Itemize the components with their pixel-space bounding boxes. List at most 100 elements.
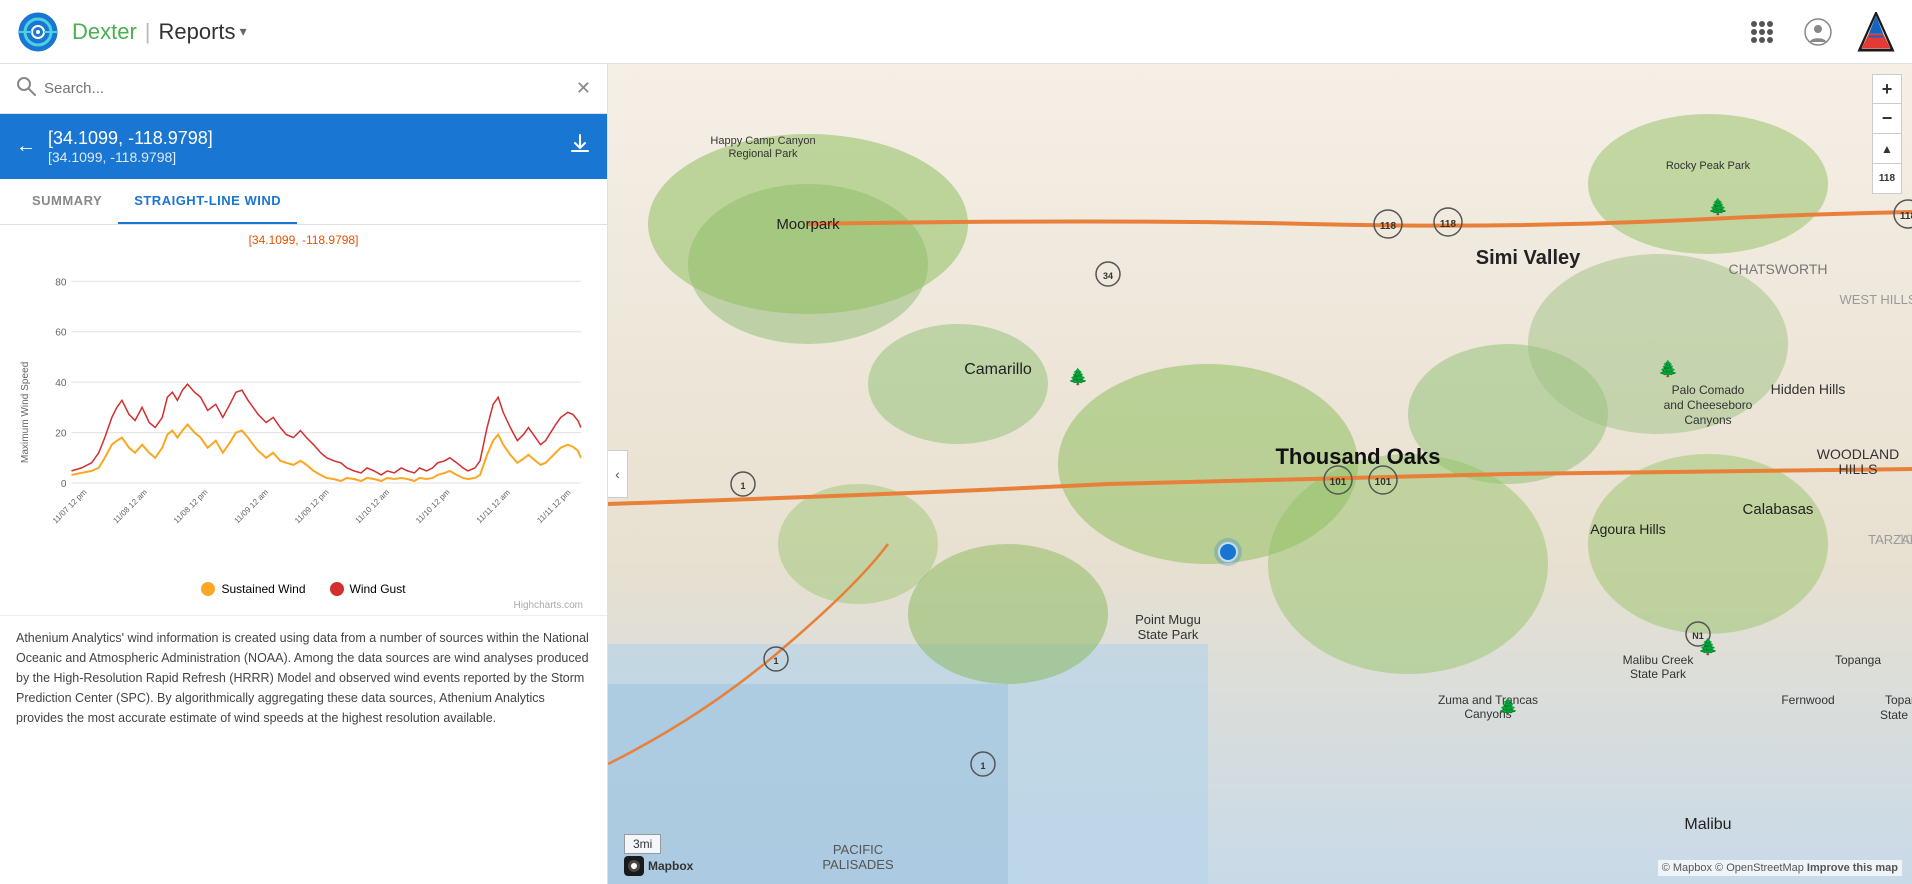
sustained-wind-legend: Sustained Wind [201,582,305,596]
svg-text:Camarillo: Camarillo [964,361,1032,378]
location-header: ← [34.1099, -118.9798] [34.1099, -118.97… [0,114,607,179]
svg-text:Rocky Peak Park: Rocky Peak Park [1666,160,1751,172]
svg-text:Malibu Creek: Malibu Creek [1623,653,1695,667]
clear-search-button[interactable]: ✕ [576,78,591,99]
svg-text:80: 80 [55,277,67,288]
header-divider: | [145,19,151,45]
chart-area: [34.1099, -118.9798] Maximum Wind Speed … [0,225,607,611]
svg-text:101: 101 [1898,531,1912,547]
tab-straight-line-wind[interactable]: STRAIGHT-LINE WIND [118,179,297,224]
svg-text:Happy Camp Canyon: Happy Camp Canyon [710,135,815,147]
mapbox-logo-icon [624,856,644,876]
svg-text:🌲: 🌲 [1658,359,1678,378]
location-info: [34.1099, -118.9798] [34.1099, -118.9798… [48,128,561,165]
svg-text:WOODLAND: WOODLAND [1817,446,1899,462]
svg-text:🌲: 🌲 [1498,697,1518,716]
svg-text:Hidden Hills: Hidden Hills [1771,381,1846,397]
svg-text:🌲: 🌲 [1698,637,1718,656]
svg-text:101: 101 [1375,477,1392,488]
svg-text:34: 34 [1103,271,1113,281]
mapbox-label: Mapbox [648,859,693,873]
app-name: Dexter [72,19,137,45]
apps-button[interactable] [1744,14,1780,50]
svg-text:PACIFIC: PACIFIC [833,842,883,857]
reports-label[interactable]: Reports ▾ [159,19,247,45]
account-button[interactable] [1800,14,1836,50]
improve-map-link[interactable]: Improve this map [1807,862,1898,874]
svg-text:60: 60 [55,328,67,339]
svg-text:PALISADES: PALISADES [822,857,894,872]
svg-text:118: 118 [1440,219,1457,230]
tabs: SUMMARY STRAIGHT-LINE WIND [0,179,607,225]
svg-text:Topanga: Topanga [1835,653,1881,667]
attribution-text: © Mapbox © OpenStreetMap [1662,862,1804,874]
chart-container[interactable]: [34.1099, -118.9798] Maximum Wind Speed … [0,225,607,884]
svg-text:State Park: State Park [1138,627,1199,642]
zoom-out-button[interactable]: − [1872,104,1902,134]
athenium-logo [1856,12,1896,52]
description-text: Athenium Analytics' wind information is … [0,615,607,744]
svg-text:Agoura Hills: Agoura Hills [1590,521,1665,537]
coords-sub: [34.1099, -118.9798] [48,149,561,165]
svg-text:40: 40 [55,378,67,389]
svg-text:HILLS: HILLS [1839,461,1878,477]
north-button[interactable]: ▲ [1872,134,1902,164]
svg-text:1: 1 [980,761,985,771]
svg-text:1: 1 [773,656,778,666]
app-header: Dexter | Reports ▾ [0,0,1912,64]
svg-text:Regional Park: Regional Park [728,148,798,160]
search-icon [16,76,36,101]
wind-gust-legend: Wind Gust [330,582,406,596]
svg-text:Malibu: Malibu [1684,816,1731,833]
svg-text:Canyons: Canyons [1684,413,1731,427]
wind-speed-chart: Maximum Wind Speed 80 60 40 20 0 11/07 1… [16,251,591,574]
search-input[interactable] [44,80,568,97]
svg-text:🌲: 🌲 [1068,367,1088,386]
collapse-panel-button[interactable]: ‹ [608,450,628,498]
svg-text:101: 101 [1330,477,1347,488]
svg-text:CHATSWORTH: CHATSWORTH [1728,261,1827,277]
reports-caret-icon: ▾ [240,23,247,40]
dexter-logo [16,10,60,54]
download-button[interactable] [569,133,591,161]
svg-text:WEST HILLS: WEST HILLS [1839,292,1912,307]
account-icon [1804,18,1832,46]
svg-text:20: 20 [55,429,67,440]
svg-text:Zuma and Trancas: Zuma and Trancas [1438,693,1538,707]
svg-text:and Cheeseboro: and Cheeseboro [1664,398,1753,412]
coords-main: [34.1099, -118.9798] [48,128,561,149]
svg-text:1: 1 [740,481,745,491]
svg-text:State Park: State Park [1880,708,1912,722]
svg-text:Point Mugu: Point Mugu [1135,612,1201,627]
grid-icon [1751,21,1773,43]
svg-text:Moorpark: Moorpark [776,216,840,233]
chart-subtitle: [34.1099, -118.9798] [249,233,359,247]
svg-text:Maximum Wind Speed: Maximum Wind Speed [20,362,31,463]
svg-text:Palo Comado: Palo Comado [1672,383,1745,397]
back-button[interactable]: ← [16,135,36,158]
svg-text:Simi Valley: Simi Valley [1476,247,1581,269]
map-svg: 101 101 118 118 118 34 1 1 1 Simi Valley… [608,64,1912,884]
map-attribution: © Mapbox © OpenStreetMap Improve this ma… [1658,860,1902,876]
map-scale: 3mi [624,834,661,854]
svg-text:🌲: 🌲 [1708,197,1728,216]
svg-text:0: 0 [61,479,67,490]
highcharts-credit: Highcharts.com [16,600,591,611]
map-controls: + − ▲ 118 [1872,74,1902,194]
svg-text:118: 118 [1380,221,1397,232]
svg-text:Thousand Oaks: Thousand Oaks [1275,444,1440,469]
mapbox-logo: Mapbox [624,856,693,876]
main-content: ✕ ← [34.1099, -118.9798] [34.1099, -118.… [0,64,1912,884]
svg-text:Fernwood: Fernwood [1781,693,1834,707]
route-118-button[interactable]: 118 [1872,164,1902,194]
svg-text:State Park: State Park [1630,667,1687,681]
zoom-in-button[interactable]: + [1872,74,1902,104]
left-panel: ✕ ← [34.1099, -118.9798] [34.1099, -118.… [0,64,608,884]
svg-text:Topanga: Topanga [1885,693,1912,707]
svg-text:118: 118 [1900,211,1912,222]
map-container[interactable]: 101 101 118 118 118 34 1 1 1 Simi Valley… [608,64,1912,884]
search-bar: ✕ [0,64,607,114]
chart-legend: Sustained Wind Wind Gust [16,582,591,596]
svg-text:Calabasas: Calabasas [1743,501,1814,518]
tab-summary[interactable]: SUMMARY [16,179,118,224]
